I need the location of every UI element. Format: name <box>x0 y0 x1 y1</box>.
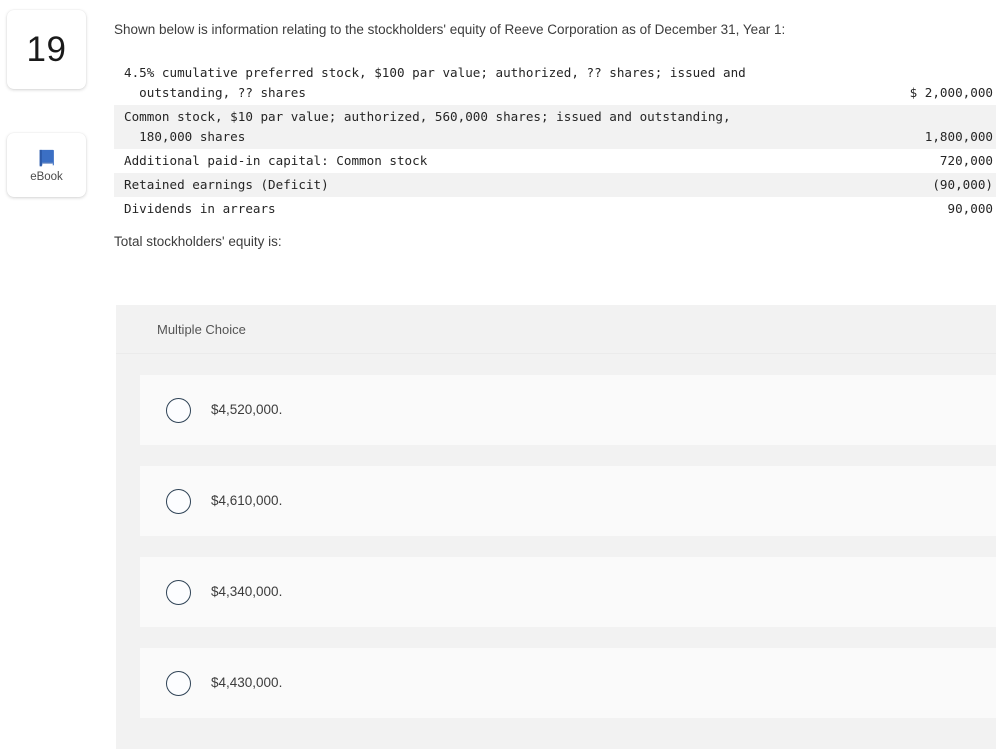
row-amount: 90,000 <box>947 201 994 216</box>
multiple-choice-header: Multiple Choice <box>116 305 996 354</box>
row-amount: $ 2,000,000 <box>909 85 993 100</box>
answer-option-1[interactable]: $4,610,000. <box>140 466 996 536</box>
option-spacer <box>116 354 996 375</box>
answer-options-list: $4,520,000. $4,610,000. $4,340,000. $4,4… <box>116 354 996 739</box>
question-prompt: Total stockholders' equity is: <box>114 234 282 249</box>
question-intro: Shown below is information relating to t… <box>114 22 786 37</box>
row-amount: (90,000) <box>932 177 993 192</box>
table-row: 4.5% cumulative preferred stock, $100 pa… <box>114 61 996 105</box>
option-spacer <box>116 627 996 648</box>
left-tool-rail: 19 eBook <box>0 0 104 749</box>
row-description: Retained earnings (Deficit) <box>124 177 329 192</box>
table-row: Common stock, $10 par value; authorized,… <box>114 105 996 149</box>
multiple-choice-panel: Multiple Choice $4,520,000. $4,610,000. … <box>116 305 996 749</box>
question-content: Shown below is information relating to t… <box>104 0 996 749</box>
row-description: Additional paid-in capital: Common stock <box>124 153 428 168</box>
table-row: Dividends in arrears 90,000 <box>114 197 996 221</box>
radio-button-0[interactable] <box>166 397 191 423</box>
book-icon <box>36 147 58 169</box>
answer-option-label: $4,340,000. <box>211 584 283 600</box>
option-spacer <box>116 536 996 557</box>
answer-option-2[interactable]: $4,340,000. <box>140 557 996 627</box>
row-description: Dividends in arrears <box>124 201 276 216</box>
answer-option-label: $4,520,000. <box>211 402 283 418</box>
row-description: Common stock, $10 par value; authorized,… <box>124 109 731 144</box>
question-page: 19 eBook Shown below is information rela… <box>0 0 996 749</box>
radio-button-1[interactable] <box>166 488 191 514</box>
question-number-card: 19 <box>7 10 86 89</box>
answer-option-0[interactable]: $4,520,000. <box>140 375 996 445</box>
row-description: 4.5% cumulative preferred stock, $100 pa… <box>124 65 746 100</box>
ebook-label: eBook <box>30 170 63 183</box>
row-amount: 720,000 <box>939 153 993 168</box>
multiple-choice-title: Multiple Choice <box>157 321 246 337</box>
table-row: Additional paid-in capital: Common stock… <box>114 149 996 173</box>
table-row: Retained earnings (Deficit) (90,000) <box>114 173 996 197</box>
radio-button-3[interactable] <box>166 670 191 696</box>
question-number: 19 <box>26 30 67 69</box>
radio-button-2[interactable] <box>166 579 191 605</box>
stockholders-equity-table: 4.5% cumulative preferred stock, $100 pa… <box>114 61 996 221</box>
answer-option-label: $4,430,000. <box>211 675 283 691</box>
answer-option-3[interactable]: $4,430,000. <box>140 648 996 718</box>
option-spacer <box>116 718 996 739</box>
row-amount: 1,800,000 <box>924 129 993 144</box>
option-spacer <box>116 445 996 466</box>
answer-option-label: $4,610,000. <box>211 493 283 509</box>
ebook-button[interactable]: eBook <box>7 133 86 197</box>
